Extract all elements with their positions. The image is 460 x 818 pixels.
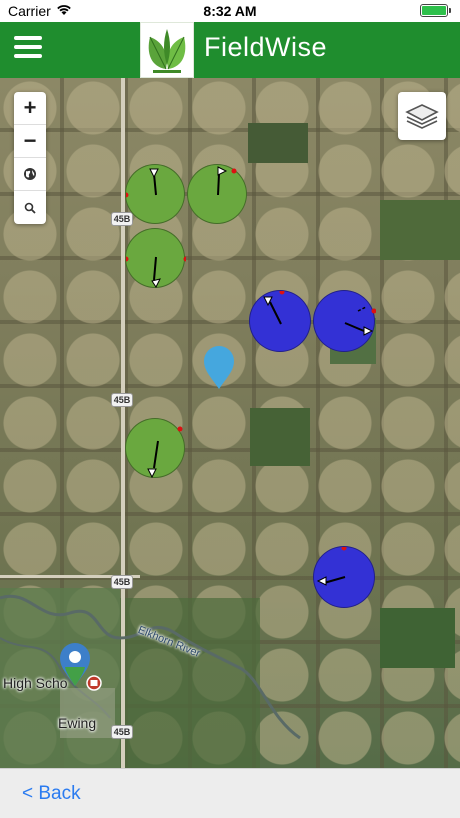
status-bar: Carrier 8:32 AM	[0, 0, 460, 22]
pivot-field-green[interactable]	[125, 418, 185, 479]
app-header: FieldWise	[0, 22, 460, 78]
route-shield: 45B	[111, 575, 133, 589]
school-icon	[86, 675, 102, 691]
pivot-field-green[interactable]	[125, 228, 186, 288]
clock: 8:32 AM	[203, 3, 257, 19]
place-label-ewing: Ewing	[58, 715, 97, 731]
globe-icon[interactable]	[14, 158, 46, 191]
hamburger-menu-icon[interactable]	[14, 36, 44, 64]
search-icon[interactable]	[14, 191, 46, 224]
pivot-field-blue[interactable]	[313, 290, 376, 352]
location-pin-icon[interactable]	[202, 344, 236, 390]
satellite-map[interactable]: 45B 45B 45B 45B High Scho Ewing Elkhorn …	[0, 78, 460, 768]
app-title: FieldWise	[204, 32, 328, 62]
route-shield: 45B	[111, 393, 133, 407]
zoom-out-button[interactable]: −	[14, 125, 46, 158]
pivot-field-blue[interactable]	[313, 546, 375, 608]
back-button[interactable]: < Back	[22, 783, 81, 805]
map-zoom-controls: + −	[14, 92, 46, 224]
route-shield: 45B	[111, 725, 133, 739]
pivot-field-blue[interactable]	[249, 290, 311, 352]
pivot-field-green[interactable]	[125, 164, 185, 224]
battery-icon	[420, 4, 451, 17]
layers-icon[interactable]	[398, 92, 446, 140]
pivot-field-green[interactable]	[187, 164, 247, 224]
leaf-logo-icon	[140, 22, 194, 78]
zoom-in-button[interactable]: +	[14, 92, 46, 125]
place-label-high-school: High Scho	[3, 675, 68, 691]
bottom-toolbar: < Back	[0, 768, 460, 818]
